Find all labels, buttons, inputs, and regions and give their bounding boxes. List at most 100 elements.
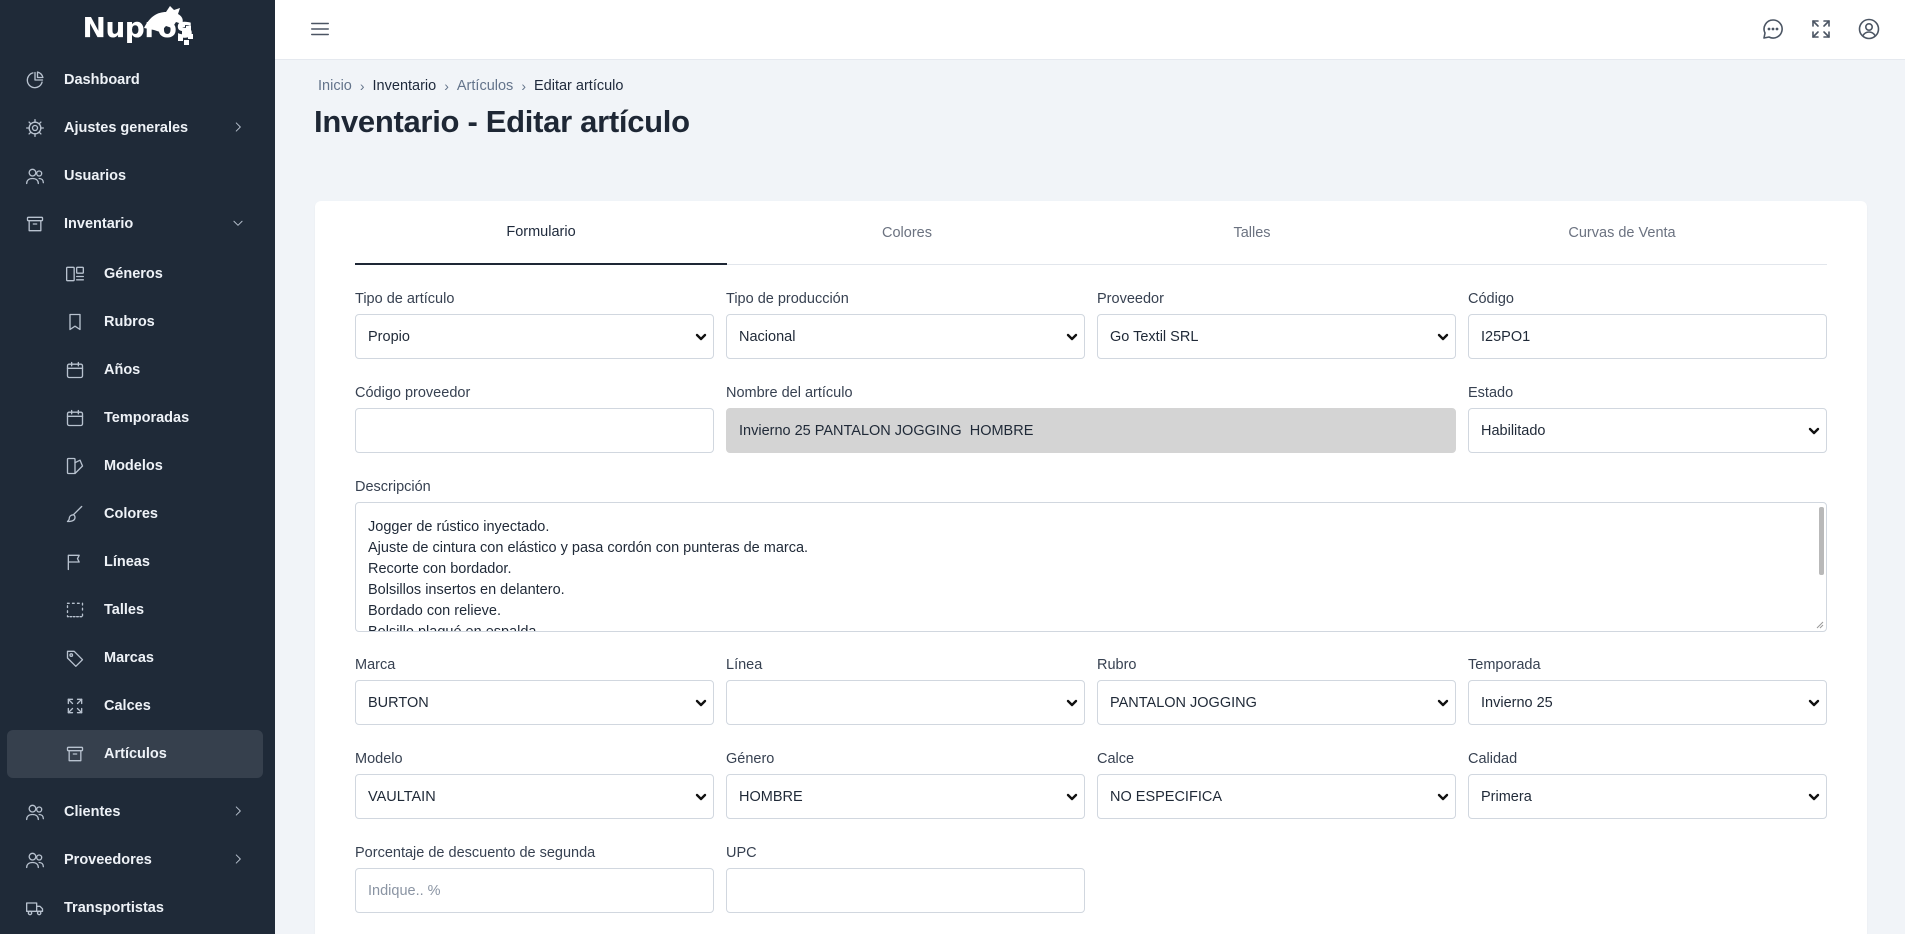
sidebar-item-label: Géneros [104, 266, 163, 282]
sidebar-subitem-articulos[interactable]: Artículos [7, 730, 263, 778]
tab-curvas-de-venta[interactable]: Curvas de Venta [1417, 201, 1827, 265]
chevron-right-icon: › [444, 78, 449, 94]
marca-label: Marca [355, 657, 396, 673]
tab-bar: Formulario Colores Talles Curvas de Vent… [355, 201, 1827, 265]
textarea-scrollbar[interactable] [1819, 507, 1824, 575]
marca-select[interactable]: BURTON [355, 680, 714, 725]
linea-label: Línea [726, 657, 763, 673]
sidebar-item-dashboard[interactable]: Dashboard [0, 56, 275, 104]
select-value: VAULTAIN [368, 788, 436, 805]
breadcrumb-articulos[interactable]: Artículos [457, 78, 513, 94]
sidebar-subitem-colores[interactable]: Colores [0, 490, 275, 538]
input-value: I25PO1 [1481, 328, 1531, 345]
hamburger-menu-icon[interactable] [309, 18, 331, 40]
sidebar-item-label: Dashboard [64, 72, 140, 88]
chevron-right-icon: › [359, 78, 365, 94]
estado-label: Estado [1468, 385, 1514, 401]
tipo-articulo-select[interactable]: Propio [355, 314, 714, 359]
chevron-right-icon: › [521, 78, 526, 94]
sidebar-item-label: Usuarios [64, 168, 127, 184]
sidebar-subitem-rubros[interactable]: Rubros [0, 298, 275, 346]
calce-select[interactable]: NO ESPECIFICA [1097, 774, 1456, 819]
porcentaje-descuento-input[interactable]: Indique.. % [355, 868, 714, 913]
proveedor-select[interactable]: Go Textil SRL [1097, 314, 1456, 359]
sidebar-item-proveedores[interactable]: Proveedores [0, 836, 275, 884]
chevron-right-icon [231, 804, 245, 818]
logo-horse-icon [144, 6, 193, 45]
chevron-down-icon [1437, 331, 1449, 343]
codigo-proveedor-input[interactable] [355, 408, 714, 453]
archive-icon [24, 213, 46, 235]
archive-icon [64, 743, 86, 765]
tag-icon [64, 647, 86, 669]
select-value: PANTALON JOGGING [1110, 694, 1257, 711]
select-value: Habilitado [1481, 422, 1546, 439]
select-value: Invierno 25 [1481, 694, 1553, 711]
temporada-select[interactable]: Invierno 25 [1468, 680, 1827, 725]
chevron-down-icon [1066, 697, 1078, 709]
select-value: Nacional [739, 328, 796, 345]
modelo-label: Modelo [355, 751, 403, 767]
sidebar-item-label: Marcas [104, 650, 154, 666]
sidebar-subitem-calces[interactable]: Calces [0, 682, 275, 730]
sidebar-subitem-talles[interactable]: Talles [0, 586, 275, 634]
select-value: NO ESPECIFICA [1110, 788, 1222, 805]
breadcrumb-inventario[interactable]: Inventario [373, 78, 437, 94]
estado-select[interactable]: Habilitado [1468, 408, 1827, 453]
modelo-select[interactable]: VAULTAIN [355, 774, 714, 819]
sidebar-subitem-lineas[interactable]: Líneas [0, 538, 275, 586]
chat-icon[interactable] [1761, 17, 1785, 41]
users-icon [24, 165, 46, 187]
sidebar-subitem-modelos[interactable]: Modelos [0, 442, 275, 490]
description-line: Jogger de rústico inyectado. [368, 519, 550, 535]
tab-talles[interactable]: Talles [1087, 201, 1417, 265]
sidebar-item-label: Rubros [104, 314, 155, 330]
sidebar-item-label: Inventario [64, 216, 134, 232]
sidebar-subitem-temporadas[interactable]: Temporadas [0, 394, 275, 442]
descripcion-textarea[interactable]: Jogger de rústico inyectado. Ajuste de c… [355, 502, 1827, 632]
upc-input[interactable] [726, 868, 1085, 913]
sidebar-item-usuarios[interactable]: Usuarios [0, 152, 275, 200]
sidebar-item-clientes[interactable]: Clientes [0, 788, 275, 836]
fullscreen-icon[interactable] [1809, 17, 1833, 41]
select-value: Primera [1481, 788, 1532, 805]
linea-select[interactable] [726, 680, 1085, 725]
sidebar-subitem-generos[interactable]: Géneros [0, 250, 275, 298]
description-line: Bolsillos insertos en delantero. [368, 582, 565, 598]
tab-colores[interactable]: Colores [727, 201, 1087, 265]
genero-select[interactable]: HOMBRE [726, 774, 1085, 819]
flag-icon [64, 551, 86, 573]
sidebar-item-transportistas[interactable]: Transportistas [0, 884, 275, 932]
chevron-right-icon [231, 120, 245, 134]
sidebar-item-label: Colores [104, 506, 158, 522]
resize-handle-icon[interactable] [1816, 621, 1824, 629]
shapes-icon [64, 455, 86, 477]
codigo-input[interactable]: I25PO1 [1468, 314, 1827, 359]
sidebar-item-label: Ajustes generales [64, 120, 189, 136]
genero-label: Género [726, 751, 775, 767]
sidebar-item-ajustes-generales[interactable]: Ajustes generales [0, 104, 275, 152]
tab-formulario[interactable]: Formulario [355, 201, 727, 265]
calendar-icon [64, 359, 86, 381]
user-account-icon[interactable] [1857, 17, 1881, 41]
bookmark-icon [64, 311, 86, 333]
chevron-right-icon [231, 852, 245, 866]
temporada-label: Temporada [1468, 657, 1541, 673]
rubro-select[interactable]: PANTALON JOGGING [1097, 680, 1456, 725]
chevron-down-icon [1066, 331, 1078, 343]
sidebar-subitem-marcas[interactable]: Marcas [0, 634, 275, 682]
select-value: BURTON [368, 694, 429, 711]
chevron-down-icon [695, 697, 707, 709]
sidebar: Nupros Dashboard Ajustes generales Usuar… [0, 0, 275, 934]
breadcrumb-inicio[interactable]: Inicio [318, 78, 352, 94]
brush-icon [64, 503, 86, 525]
calendar-icon [64, 407, 86, 429]
sidebar-item-inventario[interactable]: Inventario [0, 200, 275, 248]
tipo-produccion-select[interactable]: Nacional [726, 314, 1085, 359]
form-card: Formulario Colores Talles Curvas de Vent… [315, 201, 1867, 934]
logo[interactable]: Nupros [0, 0, 275, 54]
sidebar-subitem-anos[interactable]: Años [0, 346, 275, 394]
description-line: Ajuste de cintura con elástico y pasa co… [368, 540, 809, 556]
calidad-select[interactable]: Primera [1468, 774, 1827, 819]
sidebar-item-label: Calces [104, 698, 151, 714]
